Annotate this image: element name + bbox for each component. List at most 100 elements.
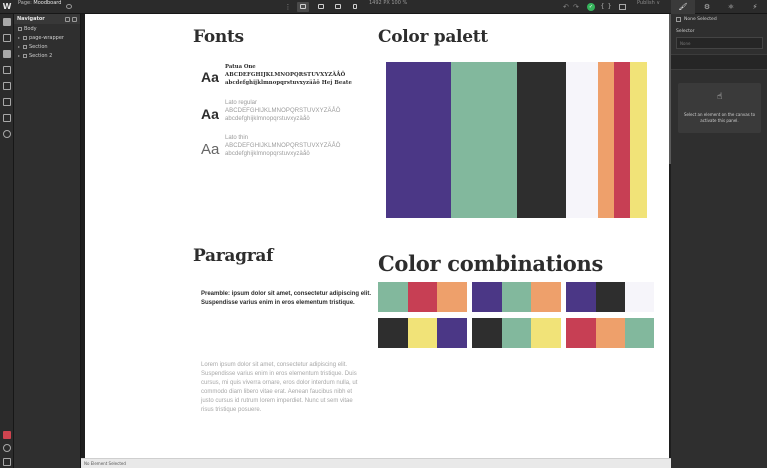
swatch-white[interactable] [566,62,598,218]
mobile-landscape-icon [335,4,341,9]
font-sample-aa: Aa [201,141,220,158]
element-icon [18,26,22,31]
font-lowercase: abcdefghijklmnopqrstuvxyzäåö [225,151,310,157]
more-options-icon[interactable]: ⋮ [284,3,292,11]
fonts-heading[interactable]: Fonts [193,27,244,47]
body-text[interactable]: Lorem ipsum dolor sit amet, consectetur … [201,361,361,415]
help-icon[interactable] [3,458,11,466]
combo-swatch [566,318,596,348]
search-icon[interactable] [3,444,11,452]
swatch-orange[interactable] [598,62,614,218]
tree-item-label: Section [29,43,48,50]
lightning-tab-icon[interactable]: ⚡ [743,0,767,14]
canvas-dimensions: 1492 PX 100 % [369,0,408,6]
color-combo[interactable] [472,318,561,348]
webflow-logo[interactable]: W [0,0,14,14]
font-sample-lato-regular[interactable]: Lato regular ABCDEFGHIJKLMNOPQRSTUVXYZÄÅ… [225,99,340,123]
font-uppercase: ABCDEFGHIJKLMNOPQRSTUVXYZÄÅÖ [225,72,346,78]
pointer-hand-icon: ☝ [717,92,723,102]
color-combo[interactable] [378,282,467,312]
redo-icon[interactable]: ↷ [573,3,581,11]
combo-swatch [502,318,531,348]
publish-button[interactable]: Publish ∨ [637,0,660,6]
mobile-portrait-view-button[interactable] [349,2,361,12]
selector-input[interactable]: None [676,37,763,49]
combo-swatch [566,282,596,312]
navigator-header: Navigator [14,14,80,24]
pages-icon[interactable] [3,66,11,74]
preview-eye-icon[interactable] [66,4,72,9]
navigator-title: Navigator [17,16,45,22]
palette-heading[interactable]: Color palett [378,27,488,47]
color-combo[interactable] [378,318,467,348]
element-icon [23,35,27,40]
swatch-dark[interactable] [517,62,566,218]
ecommerce-icon[interactable] [3,98,11,106]
color-palette[interactable] [386,62,647,218]
style-tab-brush-icon[interactable]: 🖌 [671,0,695,14]
tree-item-label: Section 2 [29,52,53,59]
paragraf-heading[interactable]: Paragraf [193,246,273,266]
combinations-heading[interactable]: Color combinations [378,251,603,276]
collapse-icon[interactable] [65,16,70,22]
code-icon[interactable]: { } [600,3,612,11]
mobile-portrait-icon [353,4,357,9]
font-name: Patua One [225,64,256,70]
combo-swatch [378,282,408,312]
site-settings-gear-icon[interactable] [3,130,11,138]
font-name: Lato regular [225,100,258,106]
left-tool-rail [0,14,14,468]
empty-state-card: ☝ Select an element on the canvas to act… [678,83,761,133]
page-selector[interactable]: Page: Moodboard [18,0,61,6]
tree-item-section[interactable]: ▸ Section [14,42,80,51]
combo-swatch [472,282,502,312]
mobile-landscape-view-button[interactable] [332,2,344,12]
symbols-icon[interactable] [3,34,11,42]
combo-swatch [437,282,467,312]
cms-icon[interactable] [3,82,11,90]
font-sample-aa: Aa [201,69,219,85]
tablet-icon [318,4,324,9]
selector-label: Selector [676,29,695,34]
alert-icon[interactable] [3,431,11,439]
color-combo[interactable] [566,318,654,348]
interactions-tab-icon[interactable]: ⚛ [719,0,743,14]
top-bar: W Page: Moodboard ⋮ 1492 PX 100 % ↶ ↷ ✓ … [0,0,767,14]
pin-icon[interactable] [72,16,77,22]
settings-tab-gear-icon[interactable]: ⚙ [695,0,719,14]
navigator-panel: Navigator Body ▸ page-wrapper ▸ Section … [14,14,81,468]
font-sample-patua[interactable]: Patua One ABCDEFGHIJKLMNOPQRSTUVXYZÄÅÖ a… [225,63,352,87]
combo-swatch [408,282,437,312]
font-name: Lato thin [225,135,249,141]
combo-swatch [625,318,654,348]
assets-icon[interactable] [3,114,11,122]
combo-swatch [437,318,467,348]
font-uppercase: ABCDEFGHIJKLMNOPQRSTUVXYZÄÅÖ [225,108,341,114]
combo-swatch [531,282,561,312]
tree-item-body[interactable]: Body [14,24,80,33]
status-bar: No Element Selected [81,458,671,468]
export-icon[interactable] [619,4,626,10]
element-icon [23,53,27,58]
swatch-purple[interactable] [386,62,451,218]
combo-swatch [531,318,561,348]
tree-item-page-wrapper[interactable]: ▸ page-wrapper [14,33,80,42]
add-elements-icon[interactable] [3,18,11,26]
tablet-view-button[interactable] [315,2,327,12]
tree-item-section-2[interactable]: ▸ Section 2 [14,51,80,60]
swatch-red[interactable] [614,62,630,218]
font-sample-lato-thin[interactable]: Lato thin ABCDEFGHIJKLMNOPQRSTUVXYZÄÅÖ a… [225,134,340,158]
color-combo[interactable] [566,282,654,312]
swatch-yellow[interactable] [630,62,647,218]
none-selected-label: None Selected [684,17,717,22]
preamble-text[interactable]: Preamble: ipsum dolor sit amet, consecte… [201,290,377,308]
combo-swatch [378,318,408,348]
combo-swatch [408,318,437,348]
combo-swatch [625,282,654,312]
undo-icon[interactable]: ↶ [563,3,571,11]
desktop-view-button[interactable] [297,2,309,12]
swatch-green[interactable] [451,62,517,218]
font-uppercase: ABCDEFGHIJKLMNOPQRSTUVXYZÄÅÖ [225,143,341,149]
color-combo[interactable] [472,282,561,312]
navigator-icon[interactable] [3,50,11,58]
